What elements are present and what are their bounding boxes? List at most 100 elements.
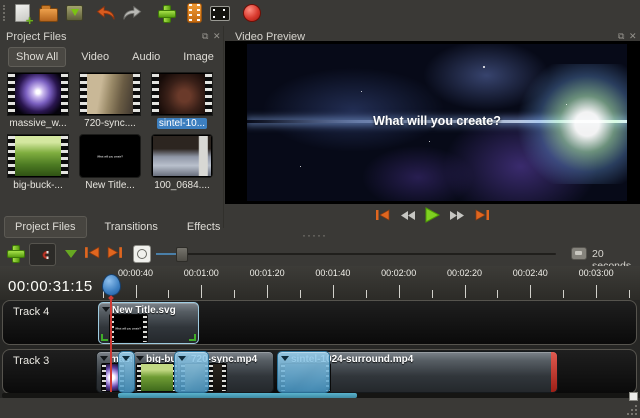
jump-to-end-button[interactable] xyxy=(474,209,490,221)
clip-menu-chevron-icon[interactable] xyxy=(136,356,144,361)
transition[interactable] xyxy=(277,351,330,393)
track-row: Track 3 massive_w...big-buck-720-sync.mp… xyxy=(2,349,637,394)
ruler-tick-major xyxy=(530,285,531,298)
file-label: 100_0684.... xyxy=(154,180,210,191)
ruler-tick-minor xyxy=(366,290,367,298)
choose-profile-button[interactable] xyxy=(182,2,206,24)
track-name: Track 3 xyxy=(13,355,49,367)
clip-trim-edge[interactable] xyxy=(551,352,557,392)
save-project-button[interactable] xyxy=(62,2,86,24)
file-thumbnail xyxy=(79,72,141,116)
ruler-tick-minor xyxy=(497,290,498,298)
panel-close-icon[interactable]: ✕ xyxy=(213,31,221,42)
magnet-icon xyxy=(36,248,50,262)
ruler-label: 00:02:00 xyxy=(381,268,416,278)
rewind-button[interactable] xyxy=(400,210,416,221)
file-thumbnail xyxy=(151,134,213,178)
previous-marker-button[interactable] xyxy=(84,246,101,259)
import-files-button[interactable] xyxy=(154,2,178,24)
fast-forward-button[interactable] xyxy=(449,210,465,221)
ruler-label: 00:01:40 xyxy=(315,268,350,278)
playhead-marker[interactable] xyxy=(102,274,121,296)
export-video-button[interactable] xyxy=(240,2,264,24)
playback-controls xyxy=(225,204,640,226)
main-toolbar: + xyxy=(0,0,640,26)
transition[interactable] xyxy=(174,351,209,393)
transition-menu-chevron-icon[interactable] xyxy=(281,356,289,361)
tab-effects[interactable]: Effects xyxy=(176,216,231,238)
timeline-clip[interactable]: big-buck- xyxy=(132,351,180,393)
transition[interactable] xyxy=(118,351,135,393)
file-item[interactable]: sintel-10... xyxy=(146,72,218,129)
file-item[interactable]: 100_0684.... xyxy=(146,134,218,191)
import-plus-icon xyxy=(157,4,175,22)
filter-tab-audio[interactable]: Audio xyxy=(124,47,168,67)
window-resize-grip[interactable] xyxy=(625,403,637,415)
ruler-label: 00:03:00 xyxy=(579,268,614,278)
clip-thumbnail xyxy=(208,363,227,392)
file-label: 720-sync.... xyxy=(84,118,136,129)
zoom-slider-handle[interactable] xyxy=(176,247,188,262)
ruler-tick-major xyxy=(596,285,597,298)
file-thumbnail xyxy=(151,72,213,116)
film-profile-icon xyxy=(187,3,202,23)
ruler-tick-major xyxy=(399,285,400,298)
current-time-display: 00:00:31:15 xyxy=(8,278,93,295)
add-marker-button[interactable] xyxy=(65,250,77,258)
clip-menu-chevron-icon[interactable] xyxy=(100,356,108,361)
undo-button[interactable] xyxy=(94,2,118,24)
file-thumbnail-image xyxy=(87,74,133,114)
timeline-scrollbar-handle[interactable] xyxy=(629,392,638,401)
tab-project-files[interactable]: Project Files xyxy=(4,216,87,238)
new-project-button[interactable]: + xyxy=(10,2,34,24)
jump-to-start-button[interactable] xyxy=(375,209,391,221)
timeline-scrollbar-thumb[interactable] xyxy=(118,393,357,398)
ruler-tick-major xyxy=(333,285,334,298)
ruler-label: 00:01:00 xyxy=(184,268,219,278)
open-project-button[interactable] xyxy=(36,2,60,24)
toolbar-grip[interactable] xyxy=(3,5,8,21)
file-label: big-buck-... xyxy=(13,180,62,191)
clip-menu-chevron-icon[interactable] xyxy=(102,307,110,312)
star xyxy=(429,141,430,142)
tab-transitions[interactable]: Transitions xyxy=(94,216,169,238)
fullscreen-button[interactable] xyxy=(208,2,232,24)
ruler-tick-minor xyxy=(300,290,301,298)
snapping-toggle-button[interactable] xyxy=(29,243,56,266)
track-name: Track 4 xyxy=(13,306,49,318)
file-thumbnail-image xyxy=(15,74,61,114)
star xyxy=(361,91,362,92)
add-track-button[interactable] xyxy=(3,242,27,264)
zoom-slider-track[interactable] xyxy=(156,253,556,255)
ruler-label: 00:01:20 xyxy=(250,268,285,278)
panel-splitter-handle[interactable]: ····· xyxy=(302,228,327,242)
next-marker-button[interactable] xyxy=(106,246,123,259)
file-item[interactable]: big-buck-... xyxy=(2,134,74,191)
file-item[interactable]: 720-sync.... xyxy=(74,72,146,129)
filter-tab-show-all[interactable]: Show All xyxy=(8,47,66,67)
timeline-ruler[interactable]: 00:00:31:15 00:00:40 00:01:00 00:01:20 00:0… xyxy=(0,266,640,301)
timeline-clip[interactable]: New Title.svgWhat will you create? xyxy=(98,302,199,344)
video-preview-area: What will you create? xyxy=(225,41,640,204)
add-track-plus-icon xyxy=(6,244,24,262)
open-folder-icon xyxy=(39,8,58,22)
zoom-clock-icon xyxy=(133,245,151,263)
export-record-icon xyxy=(243,4,261,22)
filter-tab-image[interactable]: Image xyxy=(175,47,222,67)
transition-menu-chevron-icon[interactable] xyxy=(178,356,186,361)
filter-tab-video[interactable]: Video xyxy=(73,47,117,67)
file-item[interactable]: What will you create?New Title... xyxy=(74,134,146,191)
transition-menu-chevron-icon[interactable] xyxy=(122,356,130,361)
play-button[interactable] xyxy=(425,207,440,223)
ruler-tick-minor xyxy=(432,290,433,298)
file-item[interactable]: massive_w... xyxy=(2,72,74,129)
timeline-toolbar: 20 seconds xyxy=(0,242,640,266)
redo-button[interactable] xyxy=(120,2,144,24)
file-label: massive_w... xyxy=(9,118,66,129)
zoom-scale-icon xyxy=(571,247,587,260)
ruler-tick-minor xyxy=(563,290,564,298)
panel-float-icon[interactable]: ⧉ xyxy=(202,31,208,42)
file-thumbnail-image: What will you create? xyxy=(81,136,139,176)
dock-tab-bar: Project Files Transitions Effects xyxy=(4,216,231,238)
ruler-label: 00:00:40 xyxy=(118,268,153,278)
